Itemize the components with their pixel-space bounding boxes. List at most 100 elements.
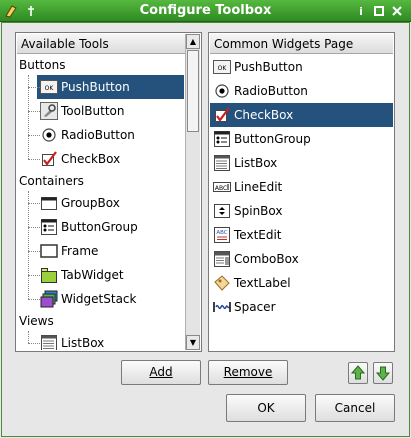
category-header[interactable]: Containers (19, 171, 84, 191)
list-item-label: Spacer (234, 300, 276, 314)
checkbox-icon (40, 150, 58, 168)
remove-button-label: Remove (223, 365, 273, 379)
list-item-label: CheckBox (61, 152, 121, 166)
list-item-label: PushButton (234, 60, 303, 74)
tree-branch-line (28, 203, 40, 204)
textedit-icon: ABC (213, 226, 231, 244)
tabwidget-icon (40, 266, 58, 284)
ok-button-label: OK (257, 401, 275, 415)
list-item[interactable]: OK PushButton (210, 55, 393, 79)
widgetstack-icon (40, 290, 58, 308)
list-item[interactable]: CheckBox (37, 147, 184, 171)
common-widgets-panel[interactable]: Common Widgets Page OK PushButton RadioBut… (208, 32, 395, 352)
list-item[interactable]: OK PushButton (37, 75, 184, 99)
tree-line (28, 331, 29, 343)
add-button-label: Add (149, 365, 173, 379)
tree-line (28, 191, 29, 299)
arrow-up-icon (350, 365, 366, 380)
help-button[interactable]: i (354, 4, 368, 18)
svg-text:OK: OK (218, 65, 228, 72)
listbox-icon (213, 154, 231, 172)
buttongroup-icon (213, 130, 231, 148)
list-item-label: ButtonGroup (234, 132, 311, 146)
frame-icon (40, 242, 58, 260)
spacer-icon (213, 298, 231, 316)
svg-text:ABC: ABC (216, 230, 227, 236)
move-down-button[interactable] (373, 362, 393, 384)
tree-branch-line (28, 87, 40, 88)
title-bar[interactable]: Configure Toolbox i (0, 0, 411, 22)
scroll-down-button[interactable]: ▼ (186, 335, 200, 350)
tree-branch-line (28, 275, 40, 276)
list-item[interactable]: CheckBox (210, 103, 393, 127)
tree-branch-line (28, 159, 40, 160)
list-item[interactable]: GroupBox (37, 191, 184, 215)
list-item-label: ButtonGroup (61, 220, 138, 234)
list-item-label: Frame (61, 244, 99, 258)
common-widgets-list: OK PushButton RadioButton CheckBox ButtonGro… (210, 55, 393, 350)
list-item[interactable]: ComboBox (210, 247, 393, 271)
svg-text:ABC: ABC (215, 185, 227, 192)
list-item[interactable]: ListBox (210, 151, 393, 175)
list-item-label: TextLabel (234, 276, 291, 290)
groupbox-icon (40, 194, 58, 212)
available-tools-header[interactable]: Available Tools (17, 34, 200, 54)
list-item[interactable]: ABC LineEdit (210, 175, 393, 199)
list-item[interactable]: Frame (37, 239, 184, 263)
list-item-label: SpinBox (234, 204, 283, 218)
list-item-label: CheckBox (234, 108, 294, 122)
list-item[interactable]: Spacer (210, 295, 393, 319)
move-up-button[interactable] (348, 362, 368, 384)
list-item[interactable]: ButtonGroup (210, 127, 393, 151)
buttongroup-icon (40, 218, 58, 236)
list-item-label: TabWidget (61, 268, 124, 282)
available-tools-panel[interactable]: Available Tools Buttons OK PushButton ToolB… (15, 32, 202, 352)
list-item[interactable]: TextLabel (210, 271, 393, 295)
arrow-down-icon (375, 366, 391, 381)
available-tools-list: Buttons OK PushButton ToolButton RadioButton… (17, 55, 184, 350)
window-title: Configure Toolbox (139, 3, 272, 18)
list-item[interactable]: SpinBox (210, 199, 393, 223)
list-item-label: WidgetStack (61, 292, 137, 306)
tree-line (28, 75, 29, 159)
remove-button[interactable]: Remove (208, 360, 288, 385)
list-item-label: GroupBox (61, 196, 120, 210)
toolbutton-icon (40, 102, 58, 120)
list-item-label: RadioButton (61, 128, 135, 142)
scroll-up-button[interactable]: ▲ (186, 34, 200, 49)
maximize-icon (374, 6, 384, 16)
ok-button[interactable]: OK (226, 394, 306, 422)
list-item[interactable]: RadioButton (210, 79, 393, 103)
list-item[interactable]: ToolButton (37, 99, 184, 123)
maximize-button[interactable] (372, 4, 386, 18)
available-tools-scrollbar[interactable]: ▲ ▼ (185, 34, 200, 350)
add-button[interactable]: Add (121, 360, 201, 385)
scrollbar-thumb[interactable] (187, 50, 199, 132)
list-item[interactable]: RadioButton (37, 123, 184, 147)
radiobutton-icon (40, 126, 58, 144)
listbox-icon (40, 334, 58, 350)
cancel-button[interactable]: Cancel (315, 394, 395, 422)
list-item[interactable]: ButtonGroup (37, 215, 184, 239)
category-header[interactable]: Views (19, 311, 54, 331)
close-button[interactable] (390, 4, 404, 18)
category-header[interactable]: Buttons (19, 55, 65, 75)
spinbox-icon (213, 202, 231, 220)
tree-branch-line (28, 251, 40, 252)
tree-branch-line (28, 343, 40, 344)
pushbutton-icon: OK (213, 58, 231, 76)
tree-branch-line (28, 227, 40, 228)
list-item-label: PushButton (61, 80, 130, 94)
lineedit-icon: ABC (213, 178, 231, 196)
list-item[interactable]: TabWidget (37, 263, 184, 287)
list-item[interactable]: WidgetStack (37, 287, 184, 311)
tree-branch-line (28, 299, 40, 300)
tree-branch-line (28, 111, 40, 112)
pushbutton-icon: OK (40, 78, 58, 96)
radiobutton-icon (213, 82, 231, 100)
list-item[interactable]: ABC TextEdit (210, 223, 393, 247)
textlabel-icon (213, 274, 231, 292)
list-item[interactable]: ListBox (37, 331, 184, 350)
list-item-label: ListBox (61, 336, 105, 350)
common-widgets-header[interactable]: Common Widgets Page (210, 34, 393, 54)
